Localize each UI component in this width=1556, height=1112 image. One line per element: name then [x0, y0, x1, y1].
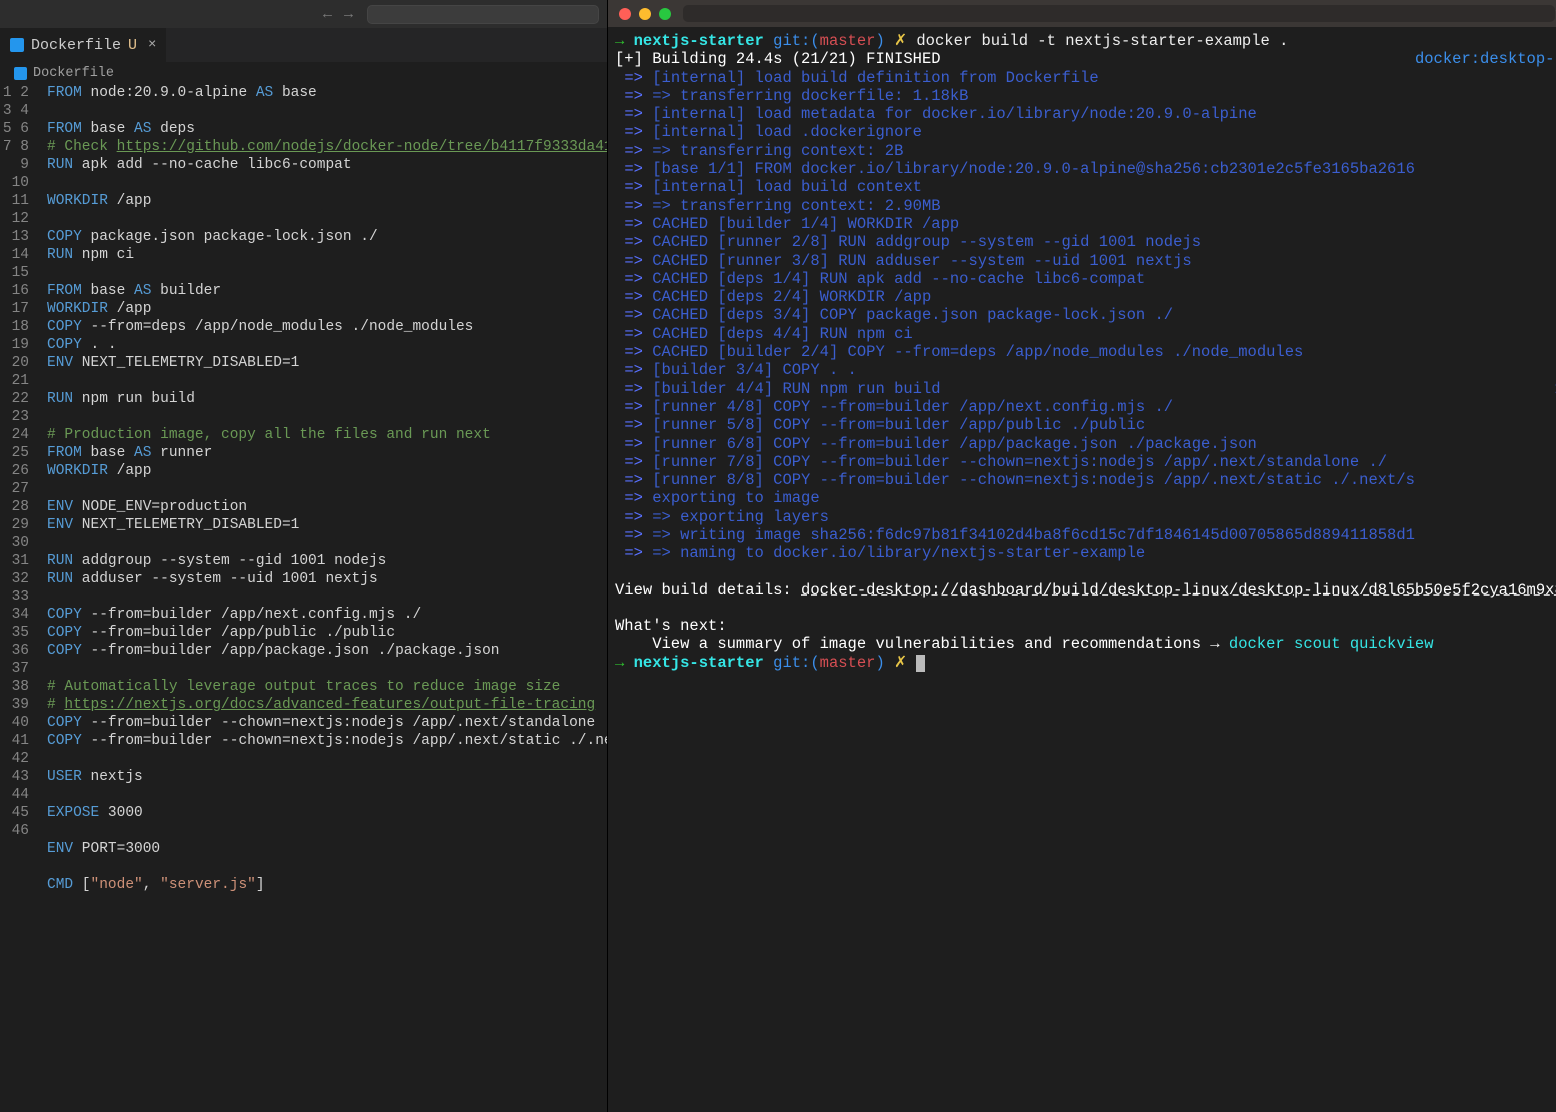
- tab-filename: Dockerfile: [31, 37, 121, 54]
- window-traffic-lights: [619, 8, 671, 20]
- tab-close-icon[interactable]: ×: [148, 37, 156, 53]
- terminal-titlebar: ⌥⌘1: [608, 0, 1556, 27]
- nav-back-icon[interactable]: ←: [323, 6, 332, 23]
- terminal-window: ⌥⌘1 → nextjs-starter git:(master) ✗ dock…: [608, 0, 1556, 1112]
- tab-modified-badge: U: [128, 37, 137, 54]
- code-content[interactable]: FROM node:20.9.0-alpine AS base FROM bas…: [47, 84, 607, 1112]
- window-zoom-icon[interactable]: [659, 8, 671, 20]
- line-number-gutter: 1 2 3 4 5 6 7 8 9 10 11 12 13 14 15 16 1…: [0, 84, 47, 1112]
- breadcrumb-filename: Dockerfile: [33, 66, 114, 81]
- breadcrumb[interactable]: Dockerfile: [0, 62, 607, 84]
- vscode-window: ← → Dockerfile U × Dockerfile 1 2 3 4 5 …: [0, 0, 608, 1112]
- terminal-title: [683, 5, 1555, 22]
- terminal-output[interactable]: → nextjs-starter git:(master) ✗ docker b…: [608, 27, 1556, 1112]
- docker-icon: [14, 67, 27, 80]
- editor-pane[interactable]: 1 2 3 4 5 6 7 8 9 10 11 12 13 14 15 16 1…: [0, 84, 607, 1112]
- nav-forward-icon[interactable]: →: [344, 6, 353, 23]
- vscode-titlebar: ← →: [0, 0, 607, 28]
- editor-tab-row: Dockerfile U ×: [0, 28, 607, 62]
- docker-icon: [10, 38, 24, 52]
- terminal-cursor: [916, 655, 925, 672]
- window-close-icon[interactable]: [619, 8, 631, 20]
- window-minimize-icon[interactable]: [639, 8, 651, 20]
- tab-dockerfile[interactable]: Dockerfile U ×: [0, 28, 167, 62]
- command-center-search[interactable]: [367, 5, 599, 24]
